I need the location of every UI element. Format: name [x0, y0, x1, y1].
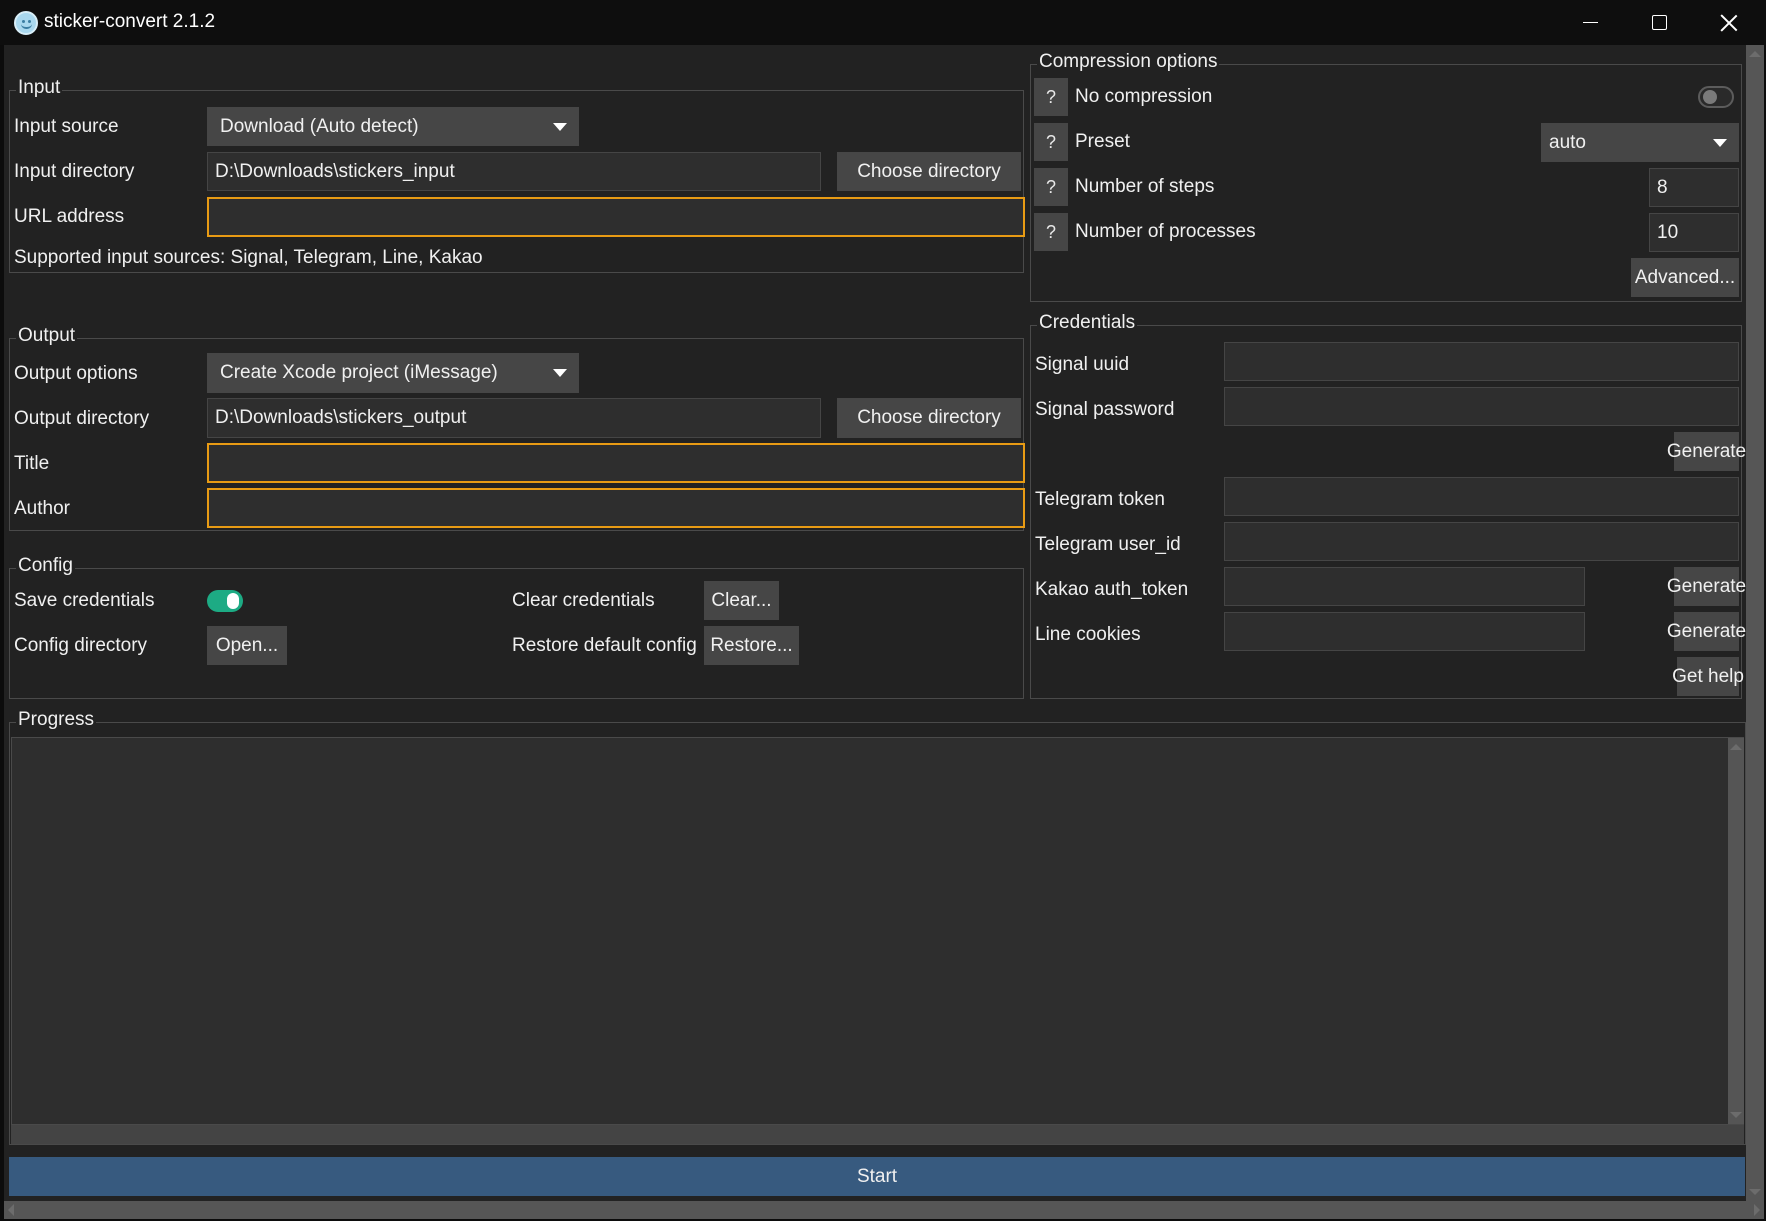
save-credentials-toggle[interactable] [207, 590, 243, 612]
scroll-right-icon[interactable] [1754, 1204, 1760, 1216]
scroll-down-icon[interactable] [1749, 1189, 1761, 1195]
chevron-down-icon [553, 122, 567, 131]
output-choose-directory-button[interactable]: Choose directory [837, 398, 1021, 438]
compression-group-title: Compression options [1037, 51, 1220, 73]
signal-password-label: Signal password [1035, 399, 1175, 420]
credentials-group: Credentials Signal uuid Signal password … [1030, 312, 1746, 699]
chevron-down-icon [553, 369, 567, 377]
restore-default-config-label: Restore default config [512, 635, 697, 656]
scroll-up-icon[interactable] [1749, 51, 1761, 57]
input-group: Input Input source Download (Auto detect… [9, 77, 1025, 273]
scroll-left-icon[interactable] [8, 1204, 14, 1216]
minimize-icon [1582, 21, 1598, 24]
open-config-directory-button[interactable]: Open... [207, 626, 287, 665]
window-title: sticker-convert 2.1.2 [44, 11, 216, 32]
minimize-button[interactable] [1555, 0, 1625, 45]
close-button[interactable] [1694, 0, 1764, 45]
title-label: Title [14, 453, 50, 474]
preset-help-button[interactable]: ? [1034, 123, 1068, 161]
save-credentials-label: Save credentials [14, 590, 155, 611]
steps-help-button[interactable]: ? [1034, 168, 1068, 206]
output-group: Output Output options Create Xcode proje… [9, 325, 1025, 531]
steps-input[interactable]: 8 [1649, 168, 1739, 207]
input-source-select[interactable]: Download (Auto detect) [207, 107, 579, 146]
supported-sources-text: Supported input sources: Signal, Telegra… [14, 247, 483, 268]
signal-uuid-label: Signal uuid [1035, 354, 1130, 375]
progress-log-scrollbar[interactable] [1728, 738, 1744, 1124]
chevron-down-icon [1713, 138, 1727, 147]
config-group-title: Config [16, 555, 75, 577]
title-input[interactable] [207, 443, 1025, 483]
no-compression-label: No compression [1075, 86, 1213, 107]
input-directory-label: Input directory [14, 161, 135, 182]
start-button[interactable]: Start [9, 1157, 1745, 1196]
processes-help-button[interactable]: ? [1034, 213, 1068, 251]
preset-value: auto [1549, 131, 1586, 153]
kakao-generate-button[interactable]: Generate [1667, 567, 1746, 606]
output-options-select[interactable]: Create Xcode project (iMessage) [207, 353, 579, 393]
scroll-up-icon[interactable] [1730, 744, 1742, 750]
maximize-button[interactable] [1624, 0, 1694, 45]
author-label: Author [14, 498, 70, 519]
output-options-value: Create Xcode project (iMessage) [220, 362, 498, 383]
processes-label: Number of processes [1075, 221, 1256, 242]
output-group-title: Output [16, 325, 78, 347]
author-input[interactable] [207, 488, 1025, 528]
url-address-label: URL address [14, 206, 125, 227]
maximize-icon [1651, 15, 1667, 30]
config-directory-label: Config directory [14, 635, 148, 656]
progress-log-textarea[interactable] [11, 737, 1744, 1125]
input-source-value: Download (Auto detect) [220, 115, 419, 137]
clear-credentials-button[interactable]: Clear... [704, 581, 779, 620]
input-choose-directory-button[interactable]: Choose directory [837, 152, 1021, 191]
window-vertical-scrollbar[interactable] [1746, 45, 1764, 1201]
no-compression-toggle[interactable] [1698, 86, 1734, 108]
compression-options-group: Compression options ? No compression ? P… [1030, 51, 1742, 302]
telegram-token-input[interactable] [1224, 477, 1739, 516]
telegram-userid-input[interactable] [1224, 522, 1739, 561]
steps-label: Number of steps [1075, 176, 1215, 197]
title-bar: sticker-convert 2.1.2 [0, 0, 1766, 45]
input-group-title: Input [16, 77, 63, 99]
signal-password-input[interactable] [1224, 387, 1739, 426]
clear-credentials-label: Clear credentials [512, 590, 655, 611]
line-cookies-label: Line cookies [1035, 624, 1141, 645]
line-cookies-input[interactable] [1224, 612, 1585, 651]
telegram-token-label: Telegram token [1035, 489, 1165, 510]
no-compression-help-button[interactable]: ? [1034, 78, 1068, 116]
telegram-userid-label: Telegram user_id [1035, 534, 1181, 555]
signal-generate-button[interactable]: Generate [1667, 432, 1746, 471]
close-icon [1720, 14, 1738, 32]
url-address-input[interactable] [207, 197, 1025, 237]
signal-uuid-input[interactable] [1224, 342, 1739, 381]
window-horizontal-scrollbar[interactable] [4, 1201, 1764, 1219]
credentials-group-title: Credentials [1037, 312, 1138, 334]
processes-input[interactable]: 10 [1649, 213, 1739, 252]
config-group: Config Save credentials Clear credential… [9, 555, 1024, 699]
line-generate-button[interactable]: Generate [1667, 612, 1746, 651]
output-directory-label: Output directory [14, 408, 150, 429]
preset-label: Preset [1075, 131, 1130, 152]
input-directory-field[interactable]: D:\Downloads\stickers_input [207, 152, 821, 191]
kakao-auth-token-input[interactable] [1224, 567, 1585, 606]
preset-select[interactable]: auto [1541, 123, 1739, 162]
output-directory-field[interactable]: D:\Downloads\stickers_output [207, 398, 821, 438]
progress-group: Progress [9, 709, 1746, 1145]
advanced-button[interactable]: Advanced... [1631, 258, 1739, 297]
progress-bar [11, 1125, 1744, 1144]
kakao-auth-token-label: Kakao auth_token [1035, 579, 1189, 600]
smiley-sticker-icon [14, 11, 38, 35]
output-options-label: Output options [14, 363, 138, 384]
main-window: Input Input source Download (Auto detect… [4, 45, 1746, 1201]
input-source-label: Input source [14, 116, 119, 137]
restore-config-button[interactable]: Restore... [704, 626, 799, 665]
get-help-button[interactable]: Get help [1672, 657, 1744, 696]
scroll-down-icon[interactable] [1730, 1112, 1742, 1118]
progress-group-title: Progress [16, 709, 97, 731]
